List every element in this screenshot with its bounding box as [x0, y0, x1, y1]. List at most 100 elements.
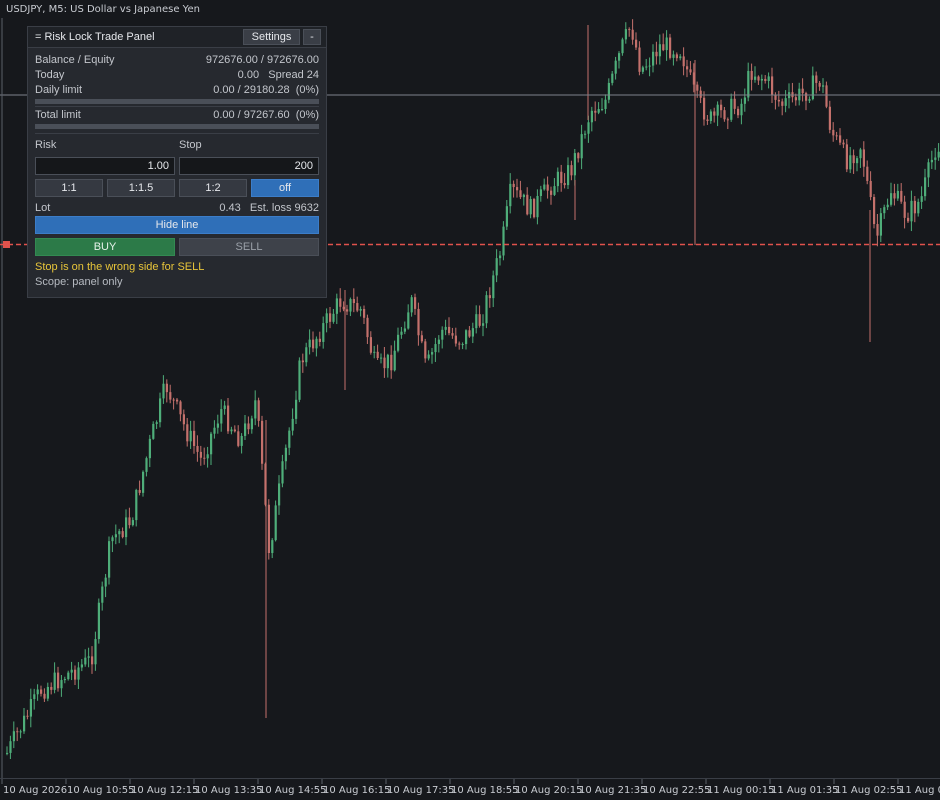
bull-candle — [403, 328, 406, 332]
bear-candle — [733, 98, 736, 109]
settings-button[interactable]: Settings — [243, 29, 300, 45]
bull-candle — [230, 429, 233, 432]
bull-candle — [927, 162, 930, 178]
bull-candle — [437, 339, 440, 345]
risk-input[interactable]: 1.00 — [35, 157, 175, 175]
time-axis-label: 10 Aug 2026 — [3, 785, 67, 796]
bear-candle — [832, 129, 835, 136]
bull-candle — [621, 39, 624, 54]
bull-candle — [505, 206, 508, 227]
bear-candle — [363, 308, 366, 318]
bear-candle — [199, 451, 202, 458]
bull-candle — [97, 602, 100, 640]
minimize-button[interactable]: - — [303, 29, 321, 45]
bull-candle — [461, 344, 464, 346]
bull-candle — [29, 699, 32, 717]
bear-candle — [726, 119, 729, 121]
bull-candle — [359, 308, 362, 311]
bear-candle — [757, 76, 760, 81]
bull-candle — [580, 134, 583, 159]
bear-candle — [417, 308, 420, 336]
bull-candle — [543, 184, 546, 190]
bull-candle — [624, 29, 627, 40]
bull-candle — [910, 200, 913, 222]
bull-candle — [223, 405, 226, 410]
bull-candle — [284, 447, 287, 462]
bear-candle — [828, 106, 831, 130]
bear-candle — [781, 101, 784, 106]
sell-button[interactable]: SELL — [179, 238, 319, 256]
bull-candle — [890, 193, 893, 205]
bull-candle — [145, 458, 148, 472]
bear-candle — [342, 306, 345, 310]
bear-candle — [165, 383, 168, 393]
panel-header[interactable]: = Risk Lock Trade Panel Settings - — [28, 27, 326, 48]
bull-candle — [295, 399, 298, 419]
time-axis-label: 11 Aug 02:55 — [835, 785, 902, 796]
bear-candle — [577, 153, 580, 159]
divider — [35, 106, 319, 107]
time-axis-label: 11 Aug 01:35 — [771, 785, 838, 796]
bull-candle — [400, 331, 403, 335]
bear-candle — [839, 135, 842, 143]
risk-label-row: Risk — [35, 139, 175, 153]
bear-candle — [301, 360, 304, 363]
bear-candle — [818, 82, 821, 87]
scope-text: Scope: panel only — [35, 276, 123, 288]
daily-limit-label: Daily limit — [35, 84, 83, 96]
bull-candle — [917, 201, 920, 214]
bull-candle — [12, 731, 15, 742]
bull-candle — [118, 531, 121, 535]
daily-limit-progress-bar — [35, 99, 319, 104]
bear-candle — [570, 165, 573, 176]
bull-candle — [135, 489, 138, 521]
bull-candle — [271, 540, 274, 554]
bull-candle — [94, 639, 97, 665]
bull-candle — [407, 312, 410, 329]
bear-candle — [516, 187, 519, 191]
bull-candle — [879, 213, 882, 236]
risk-label: Risk — [35, 139, 57, 151]
time-axis-label: 11 Aug 04 — [899, 785, 940, 796]
bull-candle — [509, 183, 512, 207]
bear-candle — [862, 149, 865, 167]
bear-candle — [893, 193, 896, 199]
bear-candle — [257, 400, 260, 421]
bull-candle — [553, 186, 556, 195]
time-axis-label: 10 Aug 22:55 — [643, 785, 710, 796]
bear-candle — [138, 489, 141, 493]
rr-1-2-button[interactable]: 1:2 — [179, 179, 247, 197]
buy-button[interactable]: BUY — [35, 238, 175, 256]
bear-candle — [628, 29, 631, 31]
stop-line-handle[interactable] — [3, 241, 10, 248]
bull-candle — [590, 110, 593, 123]
bull-candle — [291, 418, 294, 431]
bear-candle — [907, 217, 910, 222]
bull-candle — [373, 351, 376, 353]
bull-candle — [308, 339, 311, 348]
bear-candle — [478, 314, 481, 326]
rr-off-button[interactable]: off — [251, 179, 319, 197]
bull-candle — [604, 99, 607, 109]
bear-candle — [801, 88, 804, 94]
rr-1-1.5-button[interactable]: 1:1.5 — [107, 179, 175, 197]
time-axis-label: 10 Aug 13:35 — [195, 785, 262, 796]
bull-candle — [614, 60, 617, 74]
total-limit-value: 0.00 / 97267.60 (0%) — [213, 109, 319, 121]
bull-candle — [539, 189, 542, 196]
bull-candle — [924, 177, 927, 197]
bear-candle — [737, 108, 740, 116]
bear-candle — [356, 303, 359, 311]
stop-input[interactable]: 200 — [179, 157, 319, 175]
bull-candle — [716, 104, 719, 116]
bull-candle — [760, 78, 763, 81]
time-axis: 10 Aug 2026 10 Aug 10:5510 Aug 12:1510 Au… — [1, 779, 940, 796]
bull-candle — [856, 158, 859, 164]
bear-candle — [638, 47, 641, 72]
bear-candle — [169, 392, 172, 400]
bear-candle — [703, 97, 706, 120]
trade-panel[interactable]: = Risk Lock Trade Panel Settings - Balan… — [27, 26, 327, 298]
rr-1-1-button[interactable]: 1:1 — [35, 179, 103, 197]
time-axis-label: 10 Aug 17:35 — [387, 785, 454, 796]
hide-line-button[interactable]: Hide line — [35, 216, 319, 234]
